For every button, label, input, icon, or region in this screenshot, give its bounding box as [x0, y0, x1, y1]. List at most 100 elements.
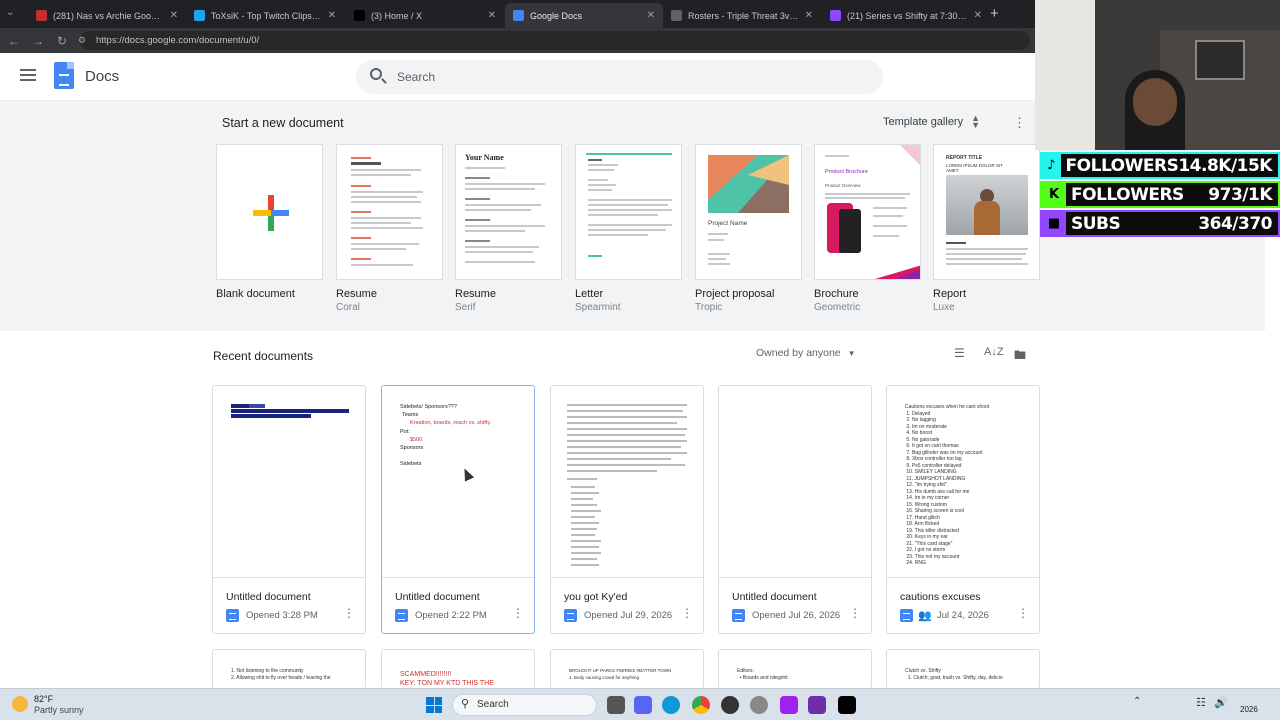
- sort-az-icon[interactable]: A↓Z: [984, 346, 1004, 358]
- close-tab-icon[interactable]: ✕: [647, 10, 655, 21]
- template-gallery-button[interactable]: Template gallery ▲ ▼: [883, 114, 980, 130]
- weather-temp[interactable]: 82°F: [34, 694, 53, 704]
- docs-file-icon: [732, 609, 745, 622]
- tray-chevron-icon[interactable]: ⌃: [1133, 696, 1141, 707]
- doc-card[interactable]: SCAMMED!!!!!!!! KEY: TON MY KTD THIS THE: [381, 649, 535, 689]
- template-subname: Spearmint: [575, 302, 621, 313]
- url-field[interactable]: ⚙ https://docs.google.com/document/u/0/: [78, 31, 1030, 50]
- more-options-icon[interactable]: ⋮: [1017, 606, 1029, 620]
- doc-card[interactable]: Untitled document Opened Jul 26, 2026 ⋮: [718, 385, 872, 634]
- discord-icon[interactable]: [634, 696, 652, 714]
- owner-filter-dropdown[interactable]: Owned by anyone ▼: [756, 347, 856, 359]
- tab-list-chevron-icon[interactable]: ⌄: [6, 7, 14, 18]
- doc-card[interactable]: Editors: • Boards and nitegrint: [718, 649, 872, 689]
- docs-logo-icon[interactable]: [54, 62, 74, 89]
- preview-text: SCAMMED!!!!!!!! KEY: TON MY KTD THIS THE: [400, 671, 494, 687]
- thumb-title: REPORT TITLE: [946, 155, 983, 161]
- doc-card[interactable]: Cautions excuses when he cant shoot 1. D…: [886, 385, 1040, 634]
- list-view-icon[interactable]: ☰: [954, 346, 965, 360]
- report-photo: [946, 175, 1028, 235]
- close-tab-icon[interactable]: ✕: [328, 10, 336, 21]
- template-thumbnail[interactable]: REPORT TITLE LOREM IPSUM DOLOR SIT AMET: [933, 144, 1040, 280]
- doc-card[interactable]: Clutch vs. Shifty 1. Clutch, goat, trash…: [886, 649, 1040, 689]
- close-tab-icon[interactable]: ✕: [974, 10, 982, 21]
- template-thumbnail[interactable]: [336, 144, 443, 280]
- more-options-icon[interactable]: ⋮: [1013, 115, 1026, 131]
- template-resume-coral[interactable]: Resume Coral: [336, 144, 443, 313]
- more-options-icon[interactable]: ⋮: [849, 606, 861, 620]
- doc-card[interactable]: Sidebets/ Sponsors??? Teams Kreation, bo…: [381, 385, 535, 634]
- tab-title: Rosters - Triple Threat 3v3 | Check...: [688, 10, 799, 21]
- search-icon[interactable]: [370, 68, 382, 80]
- template-blank[interactable]: Blank document: [216, 144, 323, 300]
- tiktok-icon[interactable]: [838, 696, 856, 714]
- thumb-title: Project Name: [708, 220, 748, 227]
- stat-value: 364/370: [1198, 213, 1272, 234]
- browser-tab[interactable]: ToXsiK - Top Twitch Clips - TwitchTr... ✕: [186, 3, 344, 28]
- twitch-icon: ■: [1042, 212, 1066, 235]
- preview-line: Sidebets/ Sponsors???: [400, 404, 457, 410]
- template-name: Letter: [575, 288, 604, 300]
- weather-desc[interactable]: Partly sunny: [34, 705, 84, 715]
- wifi-icon[interactable]: ☷: [1196, 696, 1206, 709]
- start-button[interactable]: [426, 697, 442, 713]
- template-thumbnail[interactable]: [575, 144, 682, 280]
- doc-card[interactable]: you got Ky'ed Opened Jul 29, 2026 ⋮: [550, 385, 704, 634]
- taskbar-search[interactable]: ⚲ Search: [452, 694, 597, 716]
- template-brochure[interactable]: Product Brochure Product Overview Brochu…: [814, 144, 921, 313]
- template-thumbnail[interactable]: Product Brochure Product Overview: [814, 144, 921, 280]
- doc-card[interactable]: BROUGHT UP PARKS #SERIES #BATTER TOWN 1.…: [550, 649, 704, 689]
- settings-icon[interactable]: [750, 696, 768, 714]
- reload-icon[interactable]: ↻: [50, 34, 74, 48]
- template-thumbnail[interactable]: Your Name: [455, 144, 562, 280]
- more-options-icon[interactable]: ⋮: [343, 606, 355, 620]
- volume-icon[interactable]: 🔊: [1214, 696, 1228, 709]
- taskbar-search-label: Search: [477, 699, 509, 710]
- site-info-icon[interactable]: ⚙: [78, 31, 86, 50]
- browser-tab[interactable]: (281) Nas vs Archie Goodwin 1v1... ✕: [28, 3, 186, 28]
- new-tab-button[interactable]: +: [990, 5, 999, 22]
- media-player-icon[interactable]: [721, 696, 739, 714]
- close-tab-icon[interactable]: ✕: [170, 10, 178, 21]
- task-view-icon[interactable]: [607, 696, 625, 714]
- app-name[interactable]: Docs: [85, 68, 119, 85]
- browser-tab[interactable]: Rosters - Triple Threat 3v3 | Check... ✕: [663, 3, 821, 28]
- browser-tab[interactable]: Google Docs ✕: [505, 3, 663, 28]
- tiktok-icon: ♪: [1042, 154, 1061, 177]
- favicon-icon: [830, 10, 841, 21]
- preview-text: Cautions excuses when he cant shoot 1. D…: [905, 404, 990, 566]
- more-options-icon[interactable]: ⋮: [681, 606, 693, 620]
- search-input[interactable]: Search: [356, 60, 883, 94]
- back-icon[interactable]: ←: [2, 34, 26, 48]
- doc-card[interactable]: 1. Not listening to the community 2. All…: [212, 649, 366, 689]
- chrome-icon[interactable]: [692, 696, 710, 714]
- browser-tab[interactable]: (3) Home / X ✕: [346, 3, 504, 28]
- edge-icon[interactable]: [662, 696, 680, 714]
- template-report[interactable]: REPORT TITLE LOREM IPSUM DOLOR SIT AMET …: [933, 144, 1040, 313]
- phone-graphic: [839, 209, 861, 253]
- favicon-icon: [354, 10, 365, 21]
- weather-icon[interactable]: [12, 696, 28, 712]
- close-tab-icon[interactable]: ✕: [805, 10, 813, 21]
- app-icon[interactable]: [780, 696, 798, 714]
- doc-card[interactable]: Untitled document Opened 3:28 PM ⋮: [212, 385, 366, 634]
- more-options-icon[interactable]: ⋮: [512, 606, 524, 620]
- template-thumbnail[interactable]: Project Name: [695, 144, 802, 280]
- close-tab-icon[interactable]: ✕: [488, 10, 496, 21]
- template-thumbnail[interactable]: [216, 144, 323, 280]
- clock-date[interactable]: 2026: [1240, 705, 1258, 714]
- docs-header: Docs Search: [0, 53, 1035, 101]
- stat-value: 14.8K/15K: [1178, 155, 1272, 176]
- folder-icon[interactable]: 🖿: [1014, 346, 1026, 367]
- app-icon[interactable]: [808, 696, 826, 714]
- stat-label: SUBS: [1071, 213, 1121, 234]
- template-project-proposal[interactable]: Project Name Project proposal Tropic: [695, 144, 802, 313]
- forward-icon[interactable]: →: [26, 34, 50, 48]
- preview-text: 1. Not listening to the community 2. All…: [231, 668, 331, 681]
- tab-title: (21) Series vs Shifty at 7:30! BOSTO...: [847, 10, 968, 21]
- plus-icon: [253, 195, 289, 231]
- template-letter-spearmint[interactable]: Letter Spearmint: [575, 144, 682, 313]
- template-resume-serif[interactable]: Your Name Resume Serif: [455, 144, 562, 313]
- browser-tab[interactable]: (21) Series vs Shifty at 7:30! BOSTO... ✕: [822, 3, 990, 28]
- main-menu-icon[interactable]: [20, 69, 36, 81]
